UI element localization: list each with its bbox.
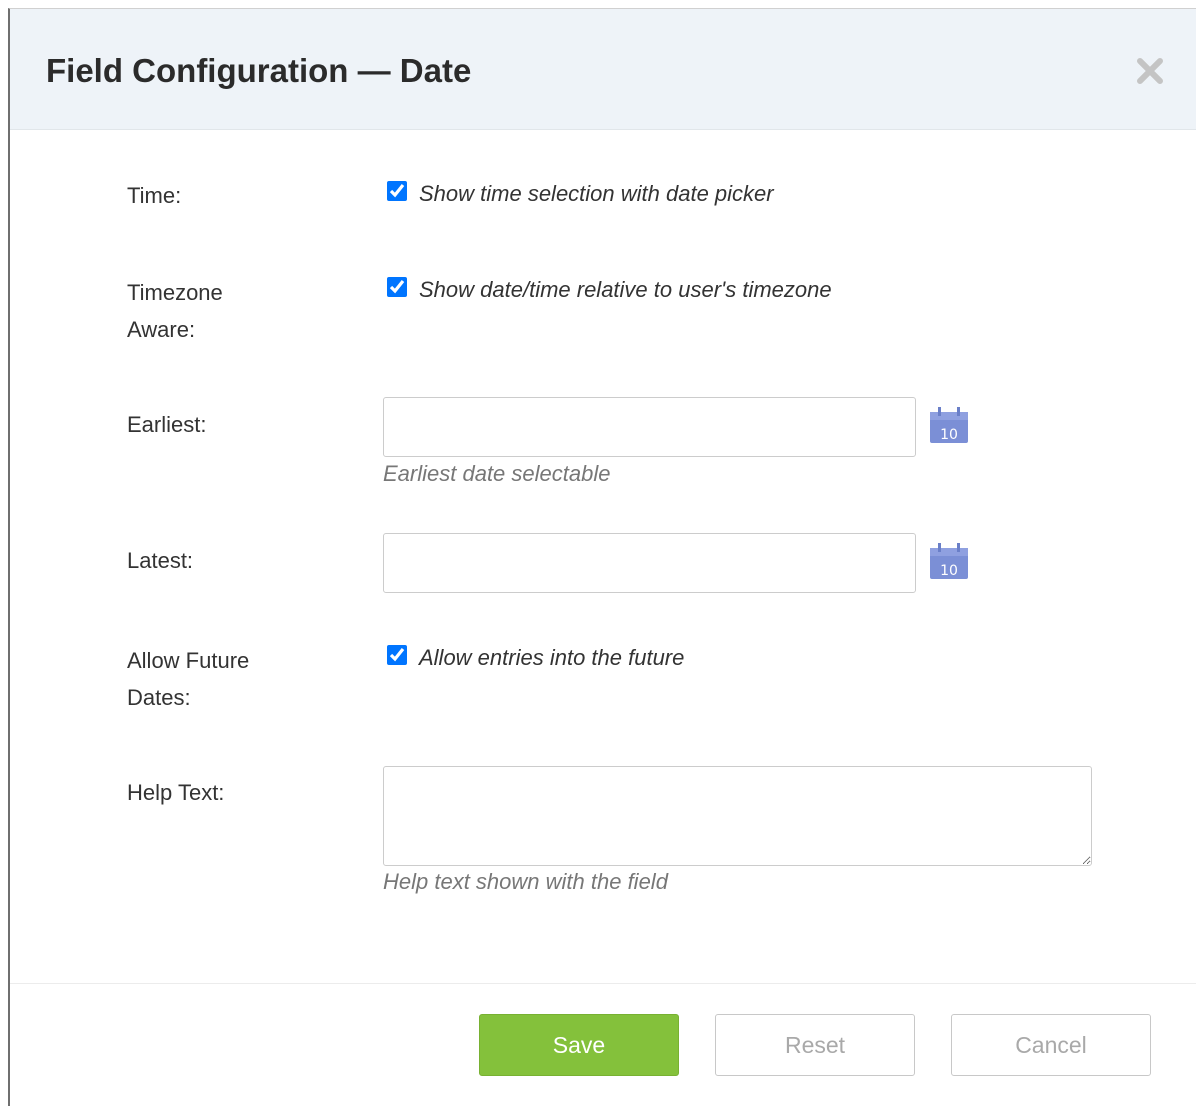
close-icon[interactable] xyxy=(1132,53,1168,89)
time-option-text: Show time selection with date picker xyxy=(419,181,774,206)
cancel-button[interactable]: Cancel xyxy=(951,1014,1151,1076)
calendar-day-text: 10 xyxy=(940,563,958,579)
calendar-icon[interactable]: 10 xyxy=(929,406,969,444)
timezone-label-line1: Timezone xyxy=(127,280,223,305)
footer-divider xyxy=(10,983,1196,984)
time-label: Time: xyxy=(127,183,182,208)
dialog-header: Field Configuration — Date xyxy=(10,9,1196,130)
timezone-aware-label: Timezone Aware: xyxy=(127,274,327,348)
calendar-day-text: 10 xyxy=(940,427,958,443)
earliest-label: Earliest: xyxy=(127,412,207,437)
timezone-label-line2: Aware: xyxy=(127,317,196,342)
allow-future-dates-label: Allow Future Dates: xyxy=(127,642,327,716)
timezone-option-text: Show date/time relative to user's timezo… xyxy=(419,277,832,302)
earliest-help-text: Earliest date selectable xyxy=(383,461,611,486)
future-label-line1: Allow Future xyxy=(127,648,250,673)
time-checkbox[interactable] xyxy=(387,181,407,201)
help-text-label: Help Text: xyxy=(127,780,225,805)
future-checkbox[interactable] xyxy=(387,645,407,665)
latest-date-input[interactable] xyxy=(383,533,916,593)
timezone-checkbox[interactable] xyxy=(387,277,407,297)
time-option[interactable]: Show time selection with date picker xyxy=(383,179,774,209)
reset-button[interactable]: Reset xyxy=(715,1014,915,1076)
help-text-hint: Help text shown with the field xyxy=(383,869,668,894)
future-option-text: Allow entries into the future xyxy=(419,645,685,670)
earliest-date-input[interactable] xyxy=(383,397,916,457)
help-text-textarea[interactable] xyxy=(383,766,1092,866)
latest-label: Latest: xyxy=(127,548,194,573)
field-configuration-dialog: Field Configuration — Date Time: Show ti… xyxy=(8,8,1196,1106)
future-option[interactable]: Allow entries into the future xyxy=(383,643,684,673)
future-label-line2: Dates: xyxy=(127,685,191,710)
dialog-title: Field Configuration — Date xyxy=(46,52,472,89)
save-button[interactable]: Save xyxy=(479,1014,679,1076)
calendar-icon[interactable]: 10 xyxy=(929,542,969,580)
timezone-option[interactable]: Show date/time relative to user's timezo… xyxy=(383,275,832,305)
